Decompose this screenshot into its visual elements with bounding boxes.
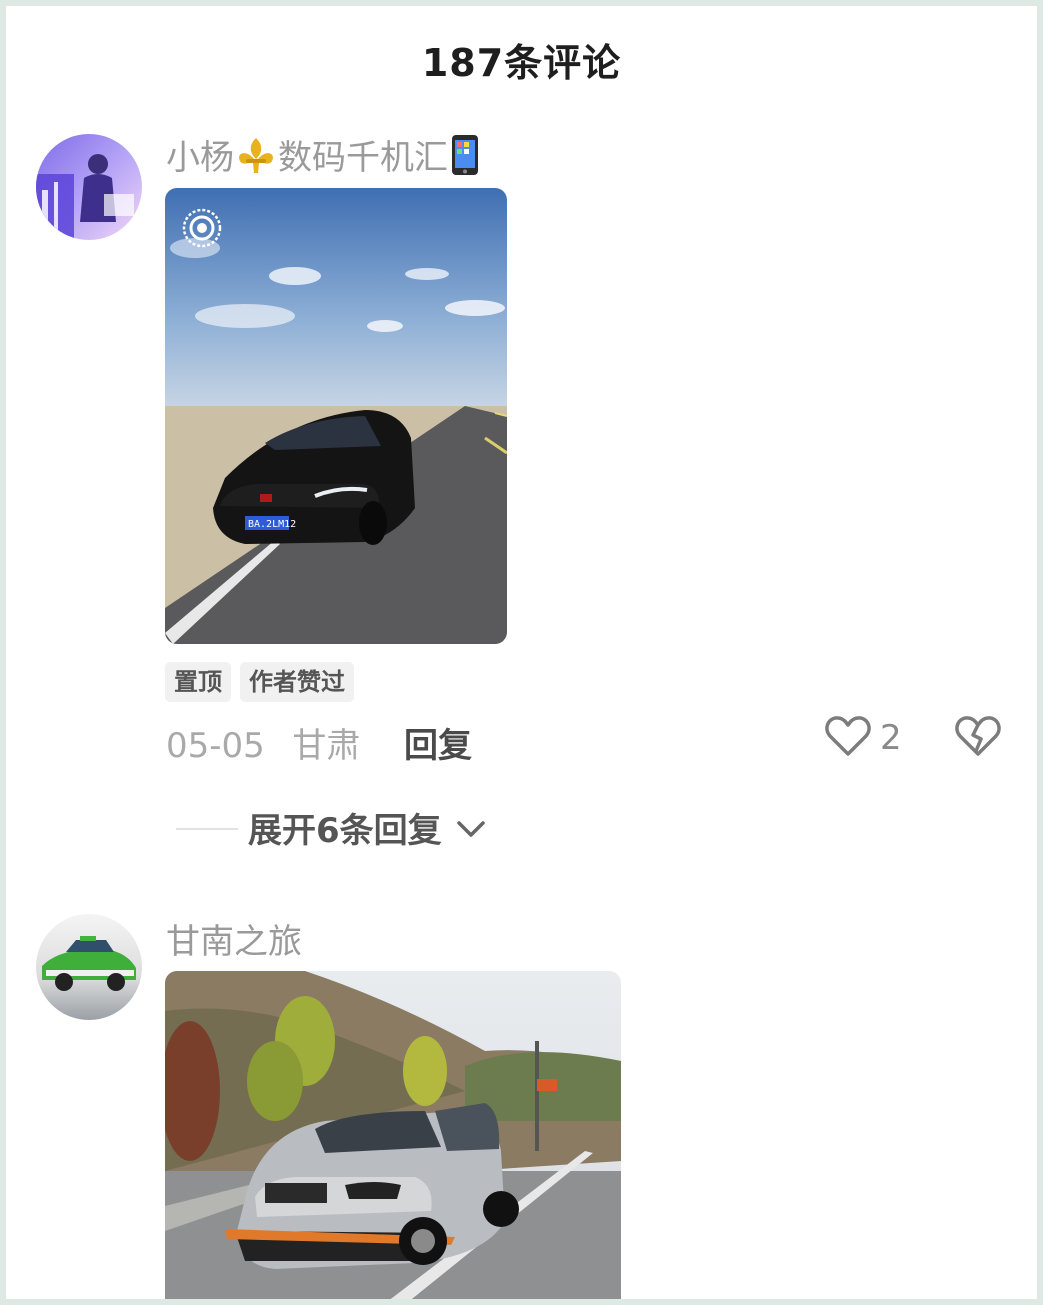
- pinned-tag: 置顶: [165, 662, 231, 702]
- comment-meta: 05-05 甘肃: [166, 718, 360, 767]
- broken-heart-icon[interactable]: [954, 713, 1002, 763]
- expand-divider: [176, 828, 238, 830]
- chevron-down-icon: [454, 813, 488, 853]
- fleur-de-lis-icon: [234, 135, 278, 184]
- comments-count-title: 187条评论: [421, 41, 622, 85]
- username[interactable]: 小杨 数码千机汇: [166, 130, 482, 186]
- comments-panel: 187条评论 小杨 数码千机汇 BA.2LM12 置顶 作者赞过 05-05 甘…: [6, 6, 1037, 1299]
- comment-image[interactable]: BA.2LM12: [165, 188, 507, 644]
- author-liked-tag: 作者赞过: [240, 662, 354, 702]
- comment-date: 05-05: [166, 726, 265, 766]
- heart-icon[interactable]: [824, 713, 872, 763]
- expand-replies-label: 展开6条回复: [248, 811, 442, 851]
- avatar[interactable]: [36, 914, 142, 1020]
- avatar[interactable]: [36, 134, 142, 240]
- reply-button[interactable]: 回复: [404, 718, 472, 767]
- username[interactable]: 甘南之旅: [166, 914, 302, 963]
- comment-location: 甘肃: [292, 726, 361, 766]
- expand-replies-button[interactable]: 展开6条回复: [248, 803, 488, 853]
- comment-image[interactable]: [165, 971, 621, 1299]
- like-count: 2: [880, 718, 902, 758]
- phone-icon: [448, 133, 482, 186]
- svg-text:BA.2LM12: BA.2LM12: [248, 519, 296, 530]
- username-prefix: 小杨: [166, 138, 234, 178]
- username-suffix: 数码千机汇: [278, 138, 448, 178]
